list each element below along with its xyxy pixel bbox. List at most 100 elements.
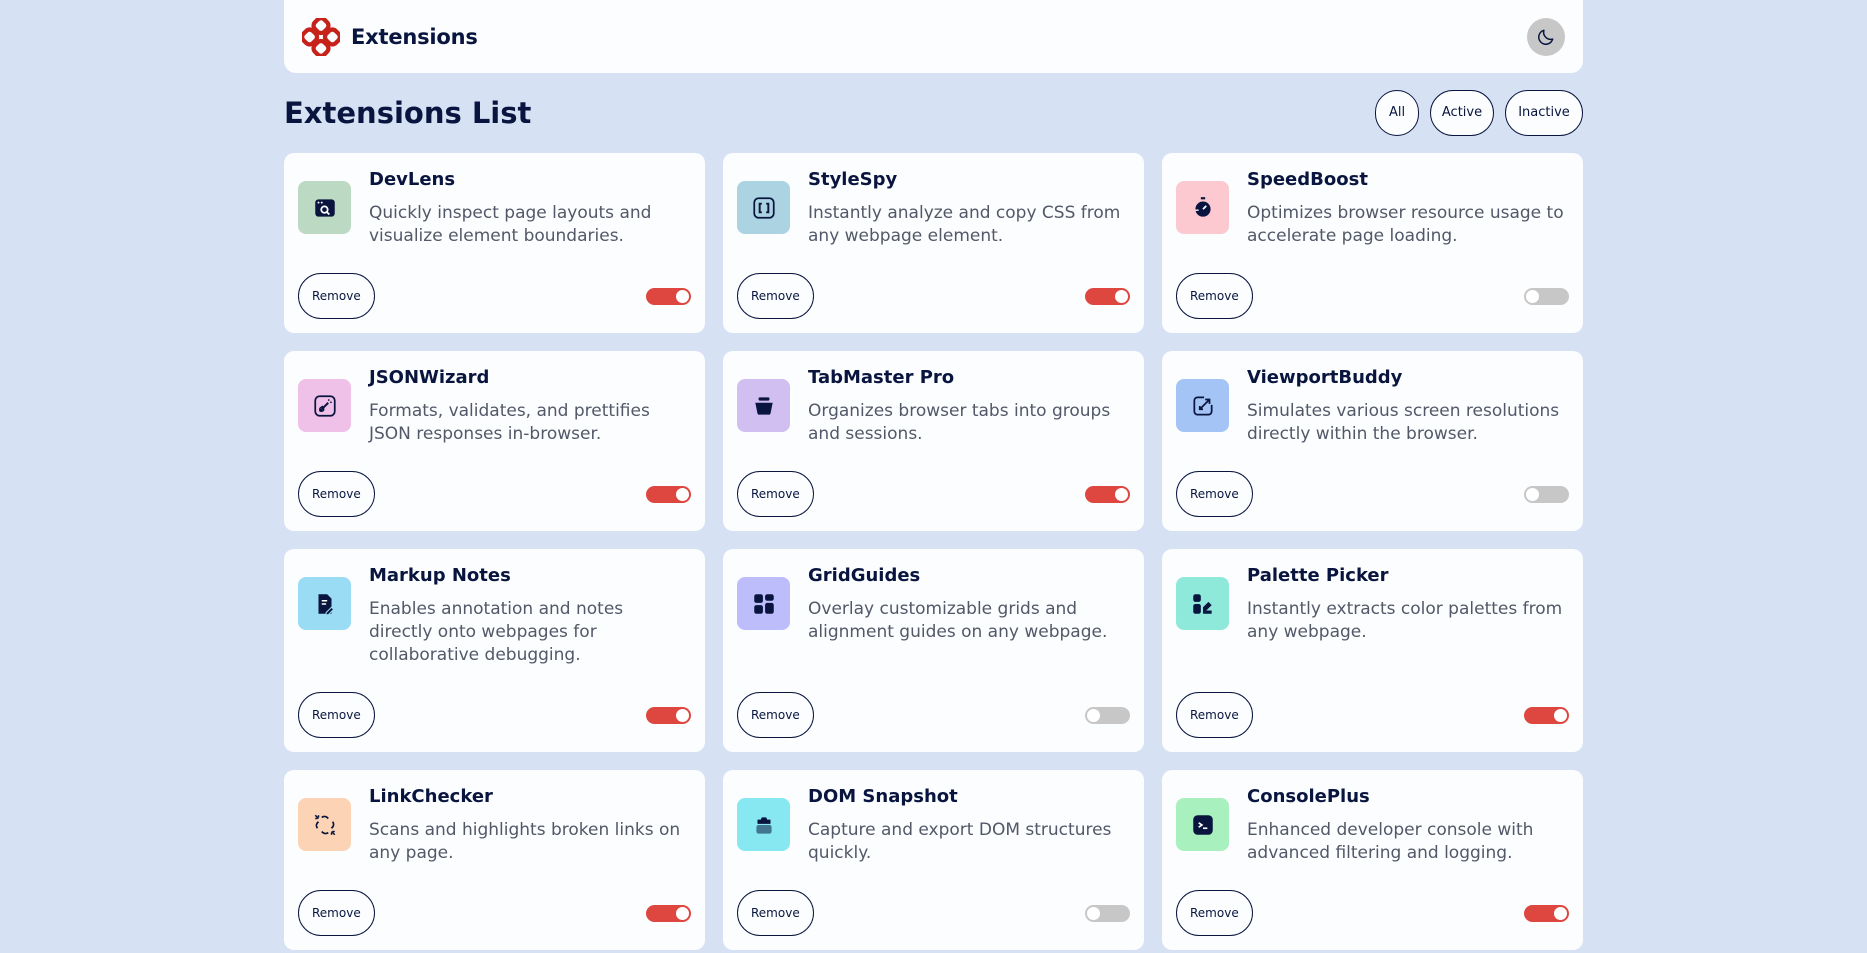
card-actions: Remove (737, 273, 1130, 319)
camera-icon (737, 798, 790, 851)
extension-name: StyleSpy (808, 169, 898, 190)
remove-button[interactable]: Remove (737, 471, 814, 517)
remove-button[interactable]: Remove (1176, 273, 1253, 319)
card-text: ConsolePlus Enhanced developer console w… (1247, 784, 1569, 865)
toggle-knob (1526, 487, 1539, 501)
active-toggle[interactable] (1085, 904, 1130, 922)
filter-inactive-button[interactable]: Inactive (1505, 89, 1583, 136)
extension-card-markup-notes: Markup Notes Enables annotation and note… (284, 549, 705, 752)
extension-name: DOM Snapshot (808, 786, 958, 807)
toggle-knob (1526, 289, 1539, 303)
card-actions: Remove (1176, 692, 1569, 738)
extension-description: Capture and export DOM structures quickl… (808, 820, 1112, 863)
extension-card-speedboost: SpeedBoost Optimizes browser resource us… (1162, 153, 1583, 333)
extension-description: Overlay customizable grids and alignment… (808, 599, 1108, 642)
extension-description: Scans and highlights broken links on any… (369, 820, 681, 863)
filter-all-button[interactable]: All (1375, 89, 1419, 136)
remove-button[interactable]: Remove (298, 890, 375, 936)
remove-button[interactable]: Remove (737, 692, 814, 738)
active-toggle[interactable] (1524, 485, 1569, 503)
active-toggle[interactable] (1085, 706, 1130, 724)
remove-button[interactable]: Remove (298, 471, 375, 517)
toggle-knob (676, 906, 689, 920)
card-header: DevLens Quickly inspect page layouts and… (298, 167, 691, 248)
extension-name: JSONWizard (369, 367, 490, 388)
toggle-knob (1554, 708, 1567, 722)
logo-icon (302, 17, 340, 56)
toggle-knob (1115, 487, 1128, 501)
card-header: SpeedBoost Optimizes browser resource us… (1176, 167, 1569, 248)
remove-button[interactable]: Remove (1176, 471, 1253, 517)
active-toggle[interactable] (646, 706, 691, 724)
card-header: TabMaster Pro Organizes browser tabs int… (737, 365, 1130, 446)
card-header: GridGuides Overlay customizable grids an… (737, 563, 1130, 644)
extension-card-palette-picker: Palette Picker Instantly extracts color … (1162, 549, 1583, 752)
extension-card-viewportbuddy: ViewportBuddy Simulates various screen r… (1162, 351, 1583, 531)
toggle-knob (676, 289, 689, 303)
page-title: Extensions List (284, 95, 532, 130)
extension-description: Enables annotation and notes directly on… (369, 599, 624, 665)
remove-button[interactable]: Remove (1176, 890, 1253, 936)
extension-description: Optimizes browser resource usage to acce… (1247, 203, 1564, 246)
active-toggle[interactable] (1085, 485, 1130, 503)
card-actions: Remove (1176, 890, 1569, 936)
active-toggle[interactable] (646, 287, 691, 305)
card-actions: Remove (737, 890, 1130, 936)
card-text: DOM Snapshot Capture and export DOM stru… (808, 784, 1130, 865)
app-logo[interactable]: Extensions (302, 17, 478, 56)
card-actions: Remove (1176, 471, 1569, 517)
moon-icon (1538, 29, 1554, 45)
card-text: LinkChecker Scans and highlights broken … (369, 784, 691, 865)
terminal-icon (1176, 798, 1229, 851)
extensions-grid: DevLens Quickly inspect page layouts and… (284, 153, 1583, 953)
extension-description: Organizes browser tabs into groups and s… (808, 401, 1111, 444)
palette-icon (1176, 577, 1229, 630)
card-text: TabMaster Pro Organizes browser tabs int… (808, 365, 1130, 446)
active-toggle[interactable] (1524, 904, 1569, 922)
stopwatch-icon (1176, 181, 1229, 234)
filter-active-button[interactable]: Active (1430, 89, 1494, 136)
extension-description: Enhanced developer console with advanced… (1247, 820, 1534, 863)
active-toggle[interactable] (1524, 287, 1569, 305)
toggle-knob (1554, 906, 1567, 920)
active-toggle[interactable] (1524, 706, 1569, 724)
extension-card-tabmaster-pro: TabMaster Pro Organizes browser tabs int… (723, 351, 1144, 531)
tab-box-icon (737, 379, 790, 432)
resize-arrow-icon (1176, 379, 1229, 432)
magic-wand-icon (298, 379, 351, 432)
card-text: SpeedBoost Optimizes browser resource us… (1247, 167, 1569, 248)
extension-card-gridguides: GridGuides Overlay customizable grids an… (723, 549, 1144, 752)
card-text: Palette Picker Instantly extracts color … (1247, 563, 1569, 644)
active-toggle[interactable] (646, 904, 691, 922)
card-header: DOM Snapshot Capture and export DOM stru… (737, 784, 1130, 865)
extension-card-consoleplus: ConsolePlus Enhanced developer console w… (1162, 770, 1583, 950)
extension-name: TabMaster Pro (808, 367, 955, 388)
theme-toggle-button[interactable] (1527, 17, 1565, 56)
toggle-knob (1087, 708, 1100, 722)
card-actions: Remove (298, 692, 691, 738)
remove-button[interactable]: Remove (1176, 692, 1253, 738)
extension-card-jsonwizard: JSONWizard Formats, validates, and prett… (284, 351, 705, 531)
card-header: LinkChecker Scans and highlights broken … (298, 784, 691, 865)
extension-description: Simulates various screen resolutions dir… (1247, 401, 1560, 444)
top-bar: Extensions (284, 0, 1583, 73)
card-text: GridGuides Overlay customizable grids an… (808, 563, 1130, 644)
extension-name: LinkChecker (369, 786, 493, 807)
extension-description: Instantly analyze and copy CSS from any … (808, 203, 1121, 246)
extension-name: GridGuides (808, 565, 921, 586)
card-header: Markup Notes Enables annotation and note… (298, 563, 691, 667)
extension-description: Formats, validates, and prettifies JSON … (369, 401, 650, 444)
card-text: Markup Notes Enables annotation and note… (369, 563, 691, 667)
remove-button[interactable]: Remove (737, 890, 814, 936)
extension-name: ConsolePlus (1247, 786, 1370, 807)
filter-group: All Active Inactive (1375, 89, 1583, 136)
active-toggle[interactable] (1085, 287, 1130, 305)
toggle-knob (1087, 906, 1100, 920)
active-toggle[interactable] (646, 485, 691, 503)
remove-button[interactable]: Remove (737, 273, 814, 319)
card-text: DevLens Quickly inspect page layouts and… (369, 167, 691, 248)
card-text: StyleSpy Instantly analyze and copy CSS … (808, 167, 1130, 248)
remove-button[interactable]: Remove (298, 692, 375, 738)
remove-button[interactable]: Remove (298, 273, 375, 319)
card-header: Palette Picker Instantly extracts color … (1176, 563, 1569, 644)
